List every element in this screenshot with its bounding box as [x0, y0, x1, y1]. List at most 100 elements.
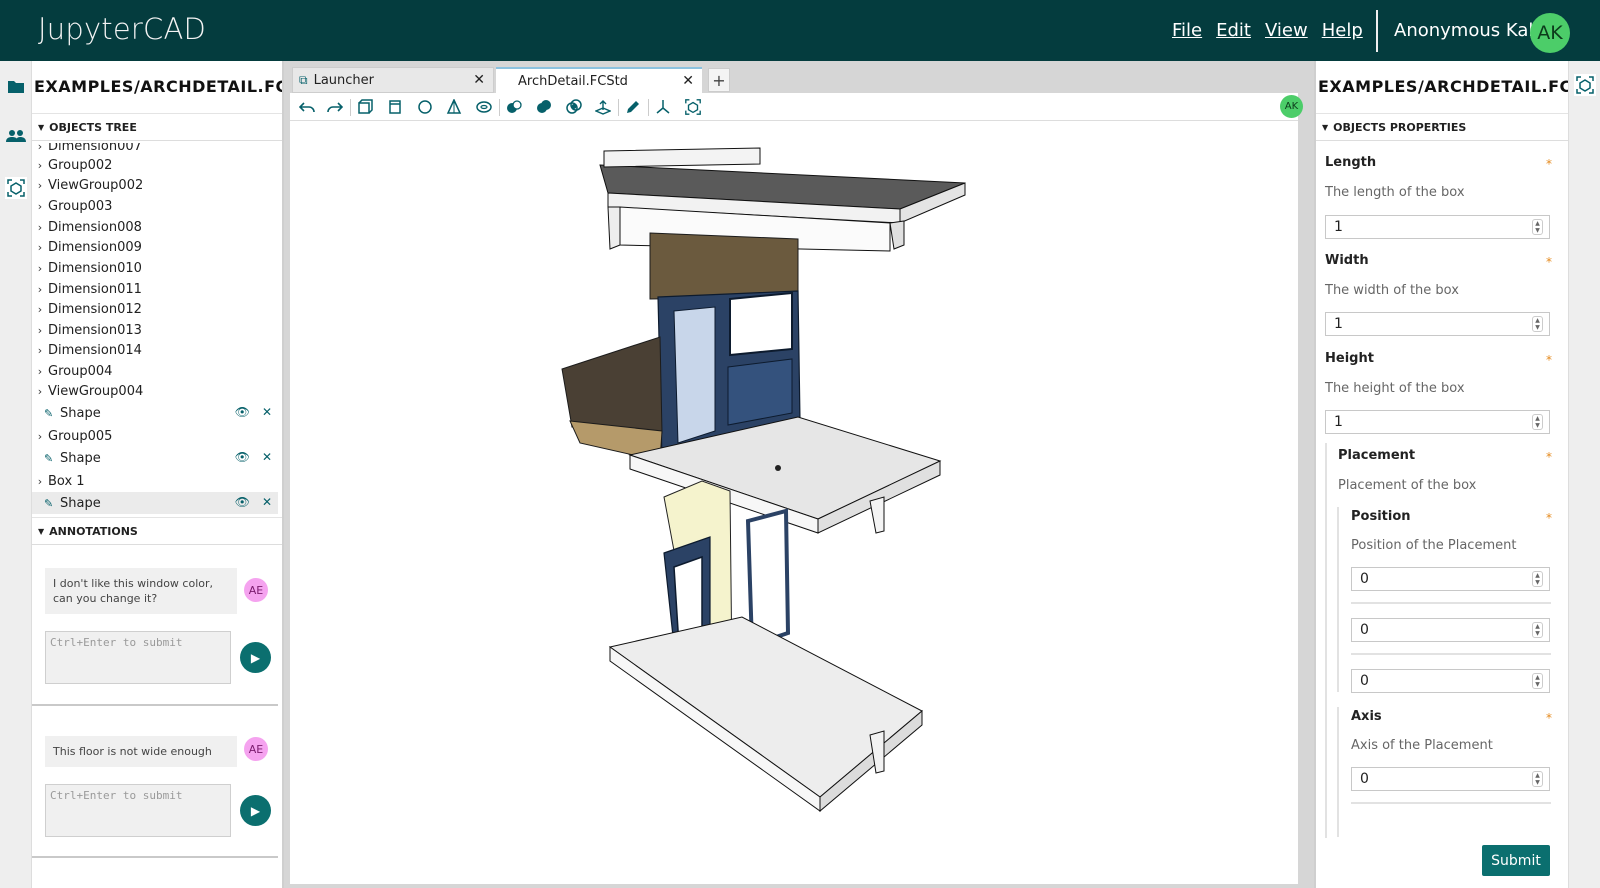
- tree-row[interactable]: › Dimension014: [32, 339, 278, 361]
- send-button[interactable]: ▶: [240, 642, 271, 673]
- cube-view-icon[interactable]: [5, 177, 27, 199]
- spinner-icon[interactable]: ▲ ▼: [1532, 771, 1543, 787]
- tree-row[interactable]: › Group003: [32, 195, 278, 217]
- sphere-icon[interactable]: [414, 96, 436, 118]
- position-y-input[interactable]: 0 ▲ ▼: [1351, 618, 1550, 642]
- pencil-icon[interactable]: [622, 96, 644, 118]
- close-icon[interactable]: ✕: [262, 495, 272, 509]
- users-icon[interactable]: [5, 125, 27, 147]
- chevron-right-icon[interactable]: ›: [32, 430, 48, 443]
- tab-launcher[interactable]: ⧉ Launcher ✕: [292, 67, 494, 93]
- tree-row[interactable]: › ViewGroup002: [32, 174, 278, 196]
- menu-file[interactable]: File: [1172, 20, 1202, 41]
- chevron-right-icon[interactable]: ›: [32, 324, 48, 337]
- cylinder-icon[interactable]: [384, 96, 406, 118]
- tree-row[interactable]: › Dimension012: [32, 298, 278, 320]
- close-icon[interactable]: ✕: [473, 72, 485, 88]
- intersection-icon[interactable]: [563, 96, 585, 118]
- close-icon[interactable]: ✕: [682, 73, 694, 89]
- left-sidebar-strip: [0, 61, 32, 888]
- tree-row-label: Group002: [48, 157, 113, 173]
- box-icon[interactable]: [354, 96, 376, 118]
- extrude-icon[interactable]: [592, 96, 614, 118]
- chevron-right-icon[interactable]: ›: [32, 221, 48, 234]
- spinner-icon[interactable]: ▲ ▼: [1532, 219, 1543, 235]
- tree-row[interactable]: › Dimension010: [32, 257, 278, 279]
- chevron-right-icon[interactable]: ›: [32, 179, 48, 192]
- tree-row[interactable]: › Group005: [32, 425, 278, 447]
- tree-row[interactable]: › Dimension008: [32, 216, 278, 238]
- eye-icon[interactable]: 👁: [235, 405, 250, 419]
- annotation-reply-input[interactable]: Ctrl+Enter to submit: [45, 784, 231, 837]
- annotation-author-avatar: AE: [244, 737, 268, 761]
- spinner-icon[interactable]: ▲ ▼: [1532, 673, 1543, 689]
- redo-icon[interactable]: [324, 96, 346, 118]
- cut-icon[interactable]: [503, 96, 525, 118]
- objects-properties-header-label: OBJECTS PROPERTIES: [1333, 120, 1467, 134]
- folder-icon[interactable]: [5, 75, 27, 97]
- chevron-right-icon[interactable]: ›: [32, 365, 48, 378]
- chevron-right-icon[interactable]: ›: [32, 241, 48, 254]
- explode-view-icon[interactable]: [682, 96, 704, 118]
- chevron-right-icon[interactable]: ›: [32, 283, 48, 296]
- height-description: The height of the box: [1325, 381, 1465, 396]
- chevron-right-icon[interactable]: ›: [32, 159, 48, 172]
- annotations-header[interactable]: ▼ ANNOTATIONS: [32, 517, 282, 545]
- tree-row[interactable]: › ViewGroup004: [32, 380, 278, 402]
- tree-row[interactable]: ✎ Shape 👁 ✕: [32, 447, 278, 469]
- tree-row-selected[interactable]: ✎ Shape 👁 ✕: [32, 492, 278, 514]
- axes-icon[interactable]: [652, 96, 674, 118]
- chevron-right-icon[interactable]: ›: [32, 200, 48, 213]
- tab-label: Launcher: [313, 72, 374, 88]
- menu-help[interactable]: Help: [1322, 20, 1363, 41]
- submit-button[interactable]: Submit: [1482, 845, 1550, 876]
- tree-row[interactable]: › Dimension009: [32, 236, 278, 258]
- new-tab-button[interactable]: +: [708, 68, 730, 92]
- send-button[interactable]: ▶: [240, 795, 271, 826]
- chevron-right-icon[interactable]: ›: [32, 143, 48, 153]
- chevron-right-icon[interactable]: ›: [32, 475, 48, 488]
- tree-row-label: Group005: [48, 428, 113, 444]
- spinner-icon[interactable]: ▲ ▼: [1532, 316, 1543, 332]
- width-input[interactable]: 1 ▲ ▼: [1325, 312, 1550, 336]
- chevron-right-icon[interactable]: ›: [32, 344, 48, 357]
- length-input[interactable]: 1 ▲ ▼: [1325, 215, 1550, 239]
- chevron-right-icon[interactable]: ›: [32, 262, 48, 275]
- chevron-right-icon[interactable]: ›: [32, 385, 48, 398]
- undo-icon[interactable]: [296, 96, 318, 118]
- objects-tree-header[interactable]: ▼ OBJECTS TREE: [32, 113, 282, 141]
- spinner-icon[interactable]: ▲ ▼: [1532, 414, 1543, 430]
- torus-icon[interactable]: [473, 96, 495, 118]
- tree-row-label: Dimension011: [48, 281, 142, 297]
- tree-row[interactable]: › Box 1: [32, 470, 278, 492]
- position-z-input[interactable]: 0 ▲ ▼: [1351, 669, 1550, 693]
- chevron-right-icon[interactable]: ›: [32, 303, 48, 316]
- menu-view[interactable]: View: [1265, 20, 1308, 41]
- required-asterisk: *: [1546, 711, 1552, 725]
- tree-row[interactable]: › Group002: [32, 154, 278, 176]
- position-x-input[interactable]: 0 ▲ ▼: [1351, 567, 1550, 591]
- collaborator-avatar[interactable]: AK: [1280, 95, 1303, 118]
- eye-icon[interactable]: 👁: [235, 495, 250, 509]
- tree-row[interactable]: › Dimension013: [32, 319, 278, 341]
- close-icon[interactable]: ✕: [262, 405, 272, 419]
- 3d-viewport[interactable]: [290, 121, 1298, 884]
- cone-icon[interactable]: [443, 96, 465, 118]
- tree-row[interactable]: ✎ Shape 👁 ✕: [32, 402, 278, 424]
- close-icon[interactable]: ✕: [262, 450, 272, 464]
- tree-row[interactable]: › Group004: [32, 360, 278, 382]
- user-avatar[interactable]: AK: [1530, 13, 1570, 53]
- height-input[interactable]: 1 ▲ ▼: [1325, 410, 1550, 434]
- cube-view-icon[interactable]: [1574, 74, 1596, 96]
- menu-edit[interactable]: Edit: [1216, 20, 1251, 41]
- spinner-icon[interactable]: ▲ ▼: [1532, 571, 1543, 587]
- axis-x-input[interactable]: 0 ▲ ▼: [1351, 767, 1550, 791]
- tab-archdetail[interactable]: ArchDetail.FCStd ✕: [496, 67, 702, 93]
- annotation-reply-input[interactable]: Ctrl+Enter to submit: [45, 631, 231, 684]
- spinner-icon[interactable]: ▲ ▼: [1532, 622, 1543, 638]
- objects-properties-header[interactable]: ▼ OBJECTS PROPERTIES: [1316, 113, 1568, 141]
- annotation-card: This floor is not wide enough AE Ctrl+En…: [32, 706, 278, 858]
- tree-row[interactable]: › Dimension011: [32, 278, 278, 300]
- eye-icon[interactable]: 👁: [235, 450, 250, 464]
- union-icon[interactable]: [533, 96, 555, 118]
